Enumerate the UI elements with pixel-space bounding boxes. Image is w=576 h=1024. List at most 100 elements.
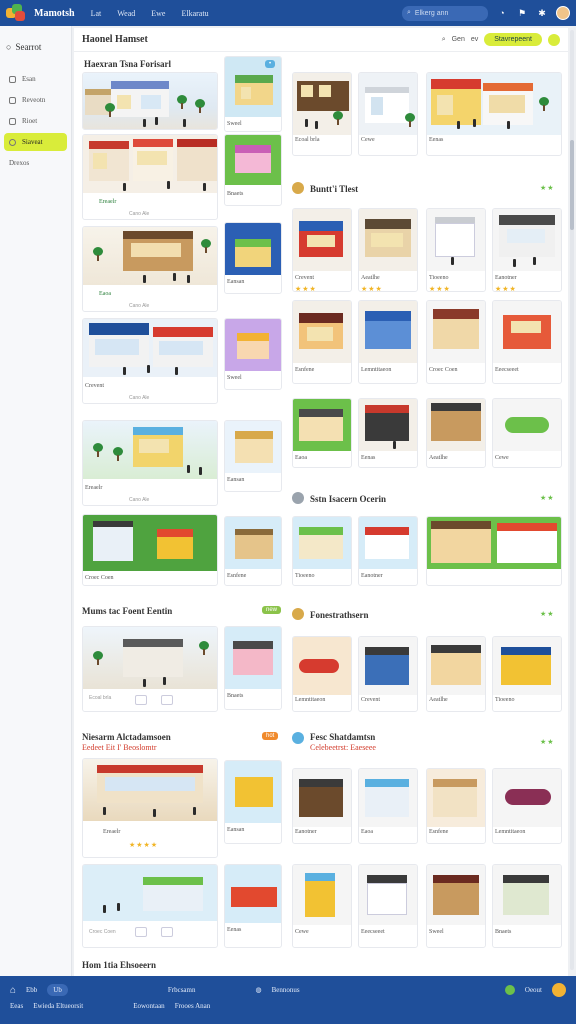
store-card[interactable]: Eanotner — [358, 516, 418, 586]
section-icon — [292, 492, 304, 504]
store-image — [427, 865, 485, 925]
section-stars: ★★ — [540, 611, 555, 618]
store-card[interactable]: Tioeeno — [292, 516, 352, 586]
top-search-input[interactable]: ⌕ Elkerg ann — [402, 5, 488, 21]
store-card[interactable]: Ecoal brla — [82, 626, 218, 712]
nav-link-1[interactable]: Lat — [91, 9, 102, 18]
scrollbar[interactable] — [570, 30, 574, 970]
store-card[interactable]: Eanotner ★★★ — [492, 208, 562, 292]
user-icon[interactable]: ◍ — [255, 986, 261, 994]
store-card[interactable]: Ereaelr Cano Ale — [82, 134, 218, 220]
bottom-link[interactable]: Eowontaan — [133, 1002, 165, 1010]
store-card[interactable]: Cewe — [358, 72, 418, 156]
store-card[interactable]: Tioeeno ★★★ — [426, 208, 486, 292]
store-card[interactable]: Ereaelr Cano Ale — [82, 420, 218, 506]
bookmark-icon[interactable] — [161, 927, 173, 937]
bottom-link[interactable]: Frooes Anan — [175, 1002, 211, 1010]
sidebar-search[interactable]: ○ Searrot — [6, 38, 65, 56]
home-icon[interactable]: ⌂ — [10, 985, 16, 996]
scrollbar-thumb[interactable] — [570, 140, 574, 230]
store-card[interactable]: Eenas — [224, 864, 282, 948]
store-card[interactable]: Croec Coen — [82, 864, 218, 948]
store-card[interactable]: Sweel — [224, 318, 282, 390]
store-card[interactable]: Lemntitaeon — [358, 300, 418, 384]
app-logo[interactable] — [6, 4, 26, 22]
store-card[interactable]: Cewe — [292, 864, 352, 948]
car-image — [505, 789, 551, 805]
store-card[interactable]: Esnfene — [224, 516, 282, 586]
store-card[interactable]: Lemntitaeon — [292, 636, 352, 712]
profile-icon[interactable] — [552, 983, 566, 997]
store-card[interactable]: Eanotner — [292, 768, 352, 844]
store-image — [225, 517, 281, 569]
store-card[interactable]: Aeatlhe ★★★ — [358, 208, 418, 292]
store-card[interactable]: Ecoal brla — [292, 72, 352, 156]
store-card[interactable]: Ereaelr ★★★★ — [82, 758, 218, 858]
store-card[interactable]: • Sweel — [224, 56, 282, 132]
store-card[interactable]: Bnaets — [224, 626, 282, 710]
bottom-link[interactable]: Ebb — [26, 986, 37, 994]
sidebar-item-reveotn[interactable]: Reveotn — [4, 91, 67, 109]
bell-icon[interactable]: ◔ — [496, 7, 508, 19]
store-card[interactable]: Aeatlhe — [426, 636, 486, 712]
menu-icon[interactable] — [548, 33, 560, 46]
store-card[interactable]: Bnaets — [492, 864, 562, 948]
store-card[interactable]: Eenas — [426, 72, 562, 156]
store-card[interactable]: Crevent ★★★ — [292, 208, 352, 292]
store-image — [225, 135, 281, 185]
store-card[interactable]: Crevent — [358, 636, 418, 712]
store-card[interactable]: Croec Coen — [426, 300, 486, 384]
store-card[interactable]: Eaoa — [358, 768, 418, 844]
store-card[interactable]: Eaoa — [292, 398, 352, 468]
store-card[interactable]: Eenas — [358, 398, 418, 468]
sidebar-item-drexos[interactable]: Drexos — [4, 154, 67, 172]
settings-icon[interactable]: ✱ — [536, 7, 548, 19]
store-card[interactable]: Bnaets — [224, 134, 282, 206]
avatar[interactable] — [556, 6, 570, 20]
store-card[interactable]: Eansan — [224, 420, 282, 492]
main-search-label[interactable]: Gen — [452, 36, 465, 43]
flag-icon[interactable]: ⚑ — [516, 7, 528, 19]
card-meta: Cano Ale — [129, 497, 150, 503]
store-card[interactable]: Crevent Cano Ale — [82, 318, 218, 404]
sidebar-item-esan[interactable]: Esan — [4, 70, 67, 88]
store-card[interactable]: Croec Coen — [82, 514, 218, 586]
nav-link-4[interactable]: Elkaratu — [181, 9, 208, 18]
bottom-link[interactable]: Oeout — [525, 986, 542, 994]
store-image — [427, 769, 485, 827]
zoom-label[interactable]: ev — [471, 36, 478, 43]
store-card[interactable]: Eeecseeet — [358, 864, 418, 948]
store-image — [293, 73, 351, 135]
store-card[interactable]: Eaoa Cano Ale — [82, 226, 218, 312]
primary-action-button[interactable]: Stavrepeent — [484, 33, 542, 46]
share-icon[interactable] — [135, 927, 147, 937]
store-card[interactable] — [82, 72, 218, 130]
card-caption: Bnaets — [227, 191, 244, 197]
card-caption: Cewe — [295, 929, 309, 935]
store-card[interactable]: Cewe — [492, 398, 562, 468]
store-card[interactable]: Sweel — [426, 864, 486, 948]
search-icon[interactable]: ⌕ — [442, 36, 446, 44]
rating-stars: ★★★ — [361, 286, 383, 292]
share-icon[interactable] — [135, 695, 147, 705]
nav-link-3[interactable]: Ewe — [151, 9, 165, 18]
store-card[interactable]: Aeatlhe — [426, 398, 486, 468]
store-card[interactable]: Tioeeno — [492, 636, 562, 712]
bottom-link[interactable]: Ewieda Eltueorsit — [33, 1002, 83, 1010]
store-card[interactable]: Lemntitaeon — [492, 768, 562, 844]
store-card[interactable]: Eansan — [224, 760, 282, 844]
store-card[interactable]: Esnfene — [426, 768, 486, 844]
bottom-link[interactable]: Frbcsamn — [168, 986, 196, 994]
bottom-link[interactable]: Eeas — [10, 1002, 23, 1010]
sidebar-item-siaveat[interactable]: Siaveat — [4, 133, 67, 151]
store-card[interactable] — [426, 516, 562, 586]
nav-link-2[interactable]: Wead — [117, 9, 135, 18]
sidebar-item-rioet[interactable]: Rioet — [4, 112, 67, 130]
brand-name[interactable]: Mamotsh — [34, 8, 75, 19]
store-card[interactable]: Esnfene — [292, 300, 352, 384]
store-card[interactable]: Eansan — [224, 222, 282, 294]
store-card[interactable]: Eeecseeet — [492, 300, 562, 384]
bookmark-icon[interactable] — [161, 695, 173, 705]
bottom-link[interactable]: Bennonus — [272, 986, 300, 994]
bottom-link[interactable]: Ub — [47, 984, 68, 996]
